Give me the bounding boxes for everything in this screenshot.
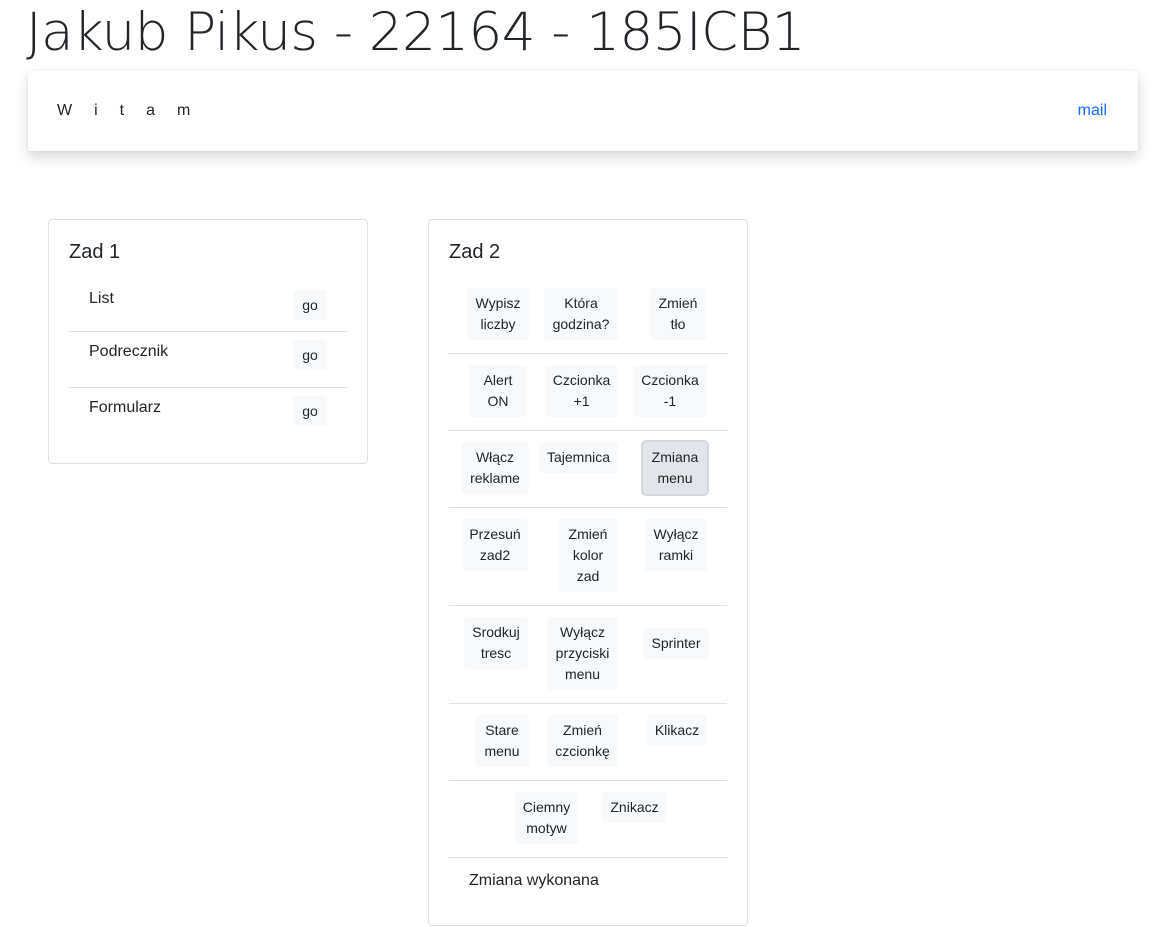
srodkuj-tresc-button[interactable]: Srodkuj tresc (464, 617, 528, 669)
zmien-czcionke-button[interactable]: Zmień czcionkę (547, 715, 618, 767)
zad2-title: Zad 2 (449, 241, 501, 263)
go-button[interactable]: go (293, 290, 327, 320)
button-row: Wypisz liczby Która godzina? Zmień tło (449, 288, 727, 353)
navbar-brand[interactable]: Witam (57, 102, 212, 120)
znikacz-button[interactable]: Znikacz (602, 792, 667, 823)
list-item-label: List (89, 290, 114, 307)
zmien-tlo-button[interactable]: Zmień tło (650, 288, 706, 340)
list-item: Podrecznik go (69, 331, 347, 388)
alert-on-button[interactable]: Alert ON (469, 365, 527, 417)
zmien-kolor-zad-button[interactable]: Zmień kolor zad (559, 519, 617, 592)
page-title: Jakub Pikus - 22164 - 185ICB1 (26, 2, 806, 63)
zad1-title: Zad 1 (69, 241, 121, 263)
divider (449, 857, 727, 858)
button-row: Ciemny motyw Znikacz (449, 780, 727, 858)
zad2-card: Zad 2 Wypisz liczby Która godzina? Zmień… (428, 219, 748, 926)
zad1-card: Zad 1 List go Podrecznik go Formularz go (48, 219, 368, 464)
status-text: Zmiana wykonana (469, 872, 599, 889)
button-row: Włącz reklame Tajemnica Zmiana menu (449, 430, 727, 508)
stare-menu-button[interactable]: Stare menu (475, 715, 529, 767)
list-item-label: Podrecznik (89, 343, 169, 360)
navbar: Witam mail (28, 71, 1138, 151)
wypisz-liczby-button[interactable]: Wypisz liczby (467, 288, 529, 340)
ciemny-motyw-button[interactable]: Ciemny motyw (515, 792, 578, 844)
button-row: Alert ON Czcionka +1 Czcionka -1 (449, 353, 727, 431)
klikacz-button[interactable]: Klikacz (647, 715, 707, 746)
button-row: Przesuń zad2 Zmień kolor zad Wyłącz ramk… (449, 507, 727, 606)
czcionka-plus-button[interactable]: Czcionka +1 (545, 365, 618, 417)
sprinter-button[interactable]: Sprinter (643, 628, 709, 659)
ktora-godzina-button[interactable]: Która godzina? (544, 288, 618, 340)
wylacz-ramki-button[interactable]: Wyłącz ramki (645, 519, 707, 571)
czcionka-minus-button[interactable]: Czcionka -1 (633, 365, 707, 417)
list-item-label: Formularz (89, 399, 162, 416)
zmiana-menu-button[interactable]: Zmiana menu (643, 442, 707, 494)
mail-link[interactable]: mail (1078, 102, 1107, 120)
przesun-zad2-button[interactable]: Przesuń zad2 (462, 519, 528, 571)
go-button[interactable]: go (293, 396, 327, 426)
list-item: Formularz go (69, 387, 347, 444)
wlacz-reklame-button[interactable]: Włącz reklame (461, 442, 529, 494)
go-button[interactable]: go (293, 340, 327, 370)
button-row: Srodkuj tresc Wyłącz przyciski menu Spri… (449, 605, 727, 704)
button-row: Stare menu Zmień czcionkę Klikacz (449, 703, 727, 781)
tajemnica-button[interactable]: Tajemnica (539, 442, 618, 473)
wylacz-przyciski-menu-button[interactable]: Wyłącz przyciski menu (547, 617, 618, 690)
